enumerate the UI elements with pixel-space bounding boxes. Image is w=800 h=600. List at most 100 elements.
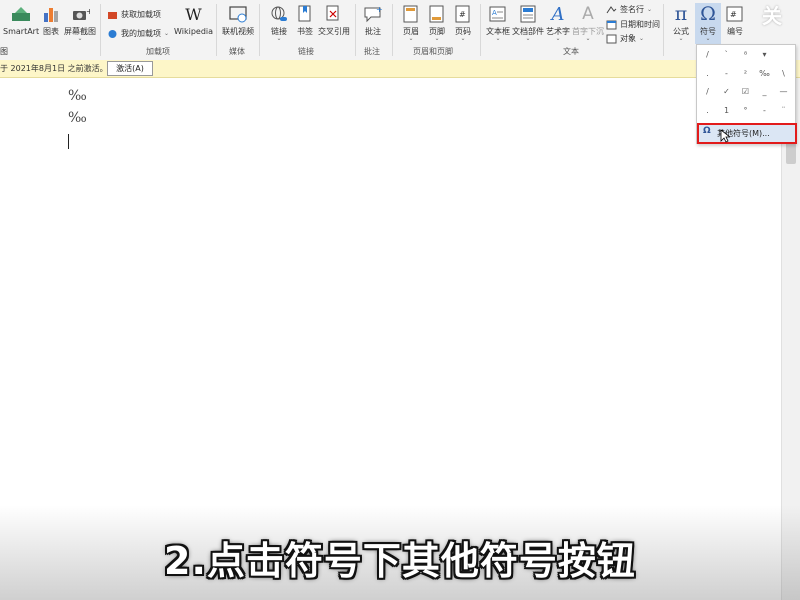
cross-reference-button[interactable]: 交叉引用	[318, 3, 350, 36]
symbol-cell[interactable]: ☑	[736, 83, 755, 101]
chevron-down-icon: ⌄	[555, 35, 561, 42]
symbol-cell[interactable]: -	[755, 102, 774, 120]
activation-notice-text: 于 2021年8月1日 之前激活。	[0, 64, 108, 73]
header-icon	[400, 3, 422, 25]
wordart-button[interactable]: A 艺术字 ⌄	[546, 3, 570, 42]
symbol-cell[interactable]: ‰	[755, 65, 774, 83]
chevron-down-icon: ⌄	[639, 35, 645, 42]
quick-parts-icon	[517, 3, 539, 25]
addins-icon	[106, 28, 118, 39]
symbol-cell[interactable]: ¨	[774, 102, 793, 120]
symbol-button[interactable]: Ω 符号 ⌄	[695, 3, 721, 44]
chart-button[interactable]: 图表	[40, 3, 62, 36]
symbol-cell[interactable]: `	[717, 46, 736, 64]
symbol-cell[interactable]: —	[774, 83, 793, 101]
divider	[663, 4, 664, 56]
object-button[interactable]: 对象 ⌄	[605, 33, 644, 44]
symbol-cell[interactable]: ✓	[717, 83, 736, 101]
symbol-cell[interactable]: \	[774, 65, 793, 83]
mouse-pointer-icon	[720, 128, 732, 147]
svg-text:+: +	[86, 7, 90, 16]
smartart-button[interactable]: SmartArt	[3, 3, 39, 36]
screenshot-button[interactable]: + 屏幕截图 ⌄	[64, 3, 96, 42]
chevron-down-icon: ⌄	[408, 35, 414, 42]
wikipedia-icon: W	[185, 4, 202, 24]
group-label-illustrations: 图	[0, 47, 8, 56]
date-time-button[interactable]: 日期和时间	[605, 19, 660, 30]
comment-button[interactable]: + 批注	[362, 3, 384, 36]
tutorial-subtitle: 2.点击符号下其他符号按钮	[164, 539, 636, 583]
more-symbols-button[interactable]: Ω 其他符号(M)...	[697, 123, 797, 144]
document-line-1: ‰	[68, 88, 87, 104]
symbol-cell[interactable]: ▾	[755, 46, 774, 64]
svg-text:+: +	[376, 5, 383, 14]
video-icon	[227, 3, 249, 25]
symbol-cell[interactable]: ²	[736, 65, 755, 83]
symbol-cell[interactable]: /	[698, 46, 717, 64]
watermark: 关	[762, 4, 782, 28]
chart-icon	[40, 3, 62, 25]
page-number-button[interactable]: # 页码 ⌄	[452, 3, 474, 42]
chevron-down-icon: ⌄	[495, 35, 501, 42]
symbol-cell[interactable]: .	[698, 102, 717, 120]
my-addins-button[interactable]: 我的加载项 ⌄	[106, 28, 169, 39]
chevron-down-icon: ⌄	[647, 6, 653, 13]
equation-button[interactable]: π 公式 ⌄	[670, 3, 692, 42]
symbol-cell[interactable]: ⁸	[736, 46, 755, 64]
textbox-button[interactable]: A 文本框 ⌄	[486, 3, 510, 42]
signature-icon	[605, 4, 617, 15]
wordart-icon: A	[551, 3, 565, 25]
camera-icon: +	[69, 3, 91, 25]
comment-icon: +	[362, 3, 384, 25]
activation-notice-bar: 于 2021年8月1日 之前激活。 激活(A)	[0, 60, 800, 78]
chevron-down-icon: ⌄	[164, 30, 170, 37]
dropcap-button[interactable]: A 首字下沉 ⌄	[572, 3, 604, 42]
object-icon	[605, 33, 617, 44]
divider	[216, 4, 217, 56]
page-number-icon: #	[452, 3, 474, 25]
wikipedia-button[interactable]: W Wikipedia	[174, 3, 213, 37]
globe-link-icon	[268, 3, 290, 25]
quick-parts-button[interactable]: 文档部件 ⌄	[512, 3, 544, 42]
chevron-down-icon: ⌄	[77, 35, 83, 42]
symbol-cell[interactable]: -	[717, 65, 736, 83]
symbol-cell[interactable]: /	[698, 83, 717, 101]
online-video-button[interactable]: 联机视频	[222, 3, 254, 36]
svg-text:#: #	[730, 10, 737, 19]
store-icon	[106, 9, 118, 20]
header-button[interactable]: 页眉 ⌄	[400, 3, 422, 42]
chevron-down-icon: ⌄	[705, 35, 711, 42]
pi-icon: π	[674, 3, 688, 25]
svg-text:#: #	[459, 10, 466, 19]
group-label-text: 文本	[563, 47, 579, 56]
numbering-button[interactable]: # 编号	[724, 3, 746, 36]
chevron-down-icon: ⌄	[678, 35, 684, 42]
divider	[392, 4, 393, 56]
chevron-down-icon: ⌄	[525, 35, 531, 42]
footer-button[interactable]: 页脚 ⌄	[426, 3, 448, 42]
dropcap-icon: A	[582, 4, 594, 24]
bookmark-icon	[294, 3, 316, 25]
svg-text:A: A	[492, 9, 497, 17]
symbol-cell[interactable]: °	[736, 102, 755, 120]
bookmark-button[interactable]: 书签	[294, 3, 316, 36]
cross-reference-icon	[323, 3, 345, 25]
chevron-down-icon: ⌄	[460, 35, 466, 42]
omega-icon: Ω	[700, 3, 716, 25]
symbol-cell[interactable]: _	[755, 83, 774, 101]
signature-line-button[interactable]: 签名行 ⌄	[605, 4, 652, 15]
divider	[355, 4, 356, 56]
group-label-links: 链接	[298, 47, 314, 56]
chevron-down-icon: ⌄	[434, 35, 440, 42]
get-addins-button[interactable]: 获取加载项	[106, 9, 161, 20]
chevron-down-icon: ⌄	[276, 35, 282, 42]
symbol-cell[interactable]: 1	[717, 102, 736, 120]
textbox-icon: A	[487, 3, 509, 25]
activate-button[interactable]: 激活(A)	[107, 61, 153, 76]
calendar-icon	[605, 19, 617, 30]
omega-icon: Ω	[703, 126, 711, 136]
document-line-2: ‰	[68, 110, 87, 126]
link-button[interactable]: 链接 ⌄	[268, 3, 290, 42]
symbol-cell[interactable]: .	[698, 65, 717, 83]
symbol-dropdown-menu: / ` ⁸ ▾ . - ² ‰ \ / ✓ ☑ _ — . 1 ° - ¨ Ω …	[696, 44, 797, 144]
